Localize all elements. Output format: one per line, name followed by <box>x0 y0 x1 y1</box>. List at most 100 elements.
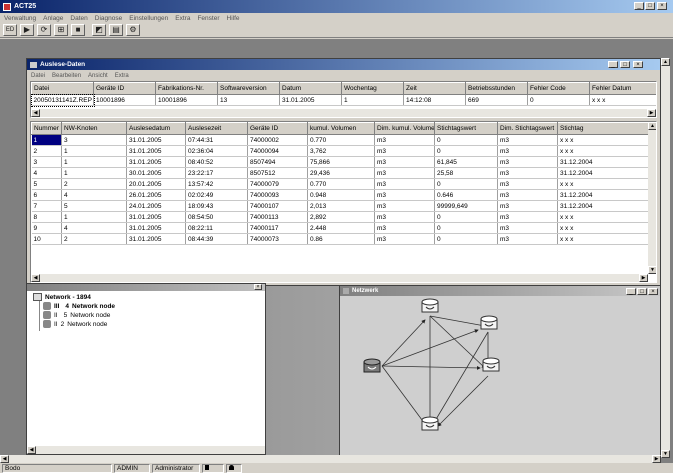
data-cell[interactable]: 74000117 <box>247 222 308 234</box>
data-table-vscroll[interactable]: ▲ ▼ <box>648 122 656 274</box>
data-cell[interactable]: m3 <box>497 145 558 157</box>
data-table-row[interactable]: 4 1 30.01.2005 23:22:17 8507512 29,436 m3 25,58… <box>31 167 650 179</box>
data-cell[interactable]: 1 <box>61 145 127 157</box>
data-col-header[interactable]: Auslesezeit <box>185 122 248 135</box>
tree-node-item[interactable]: II 2 Network node <box>43 320 107 328</box>
data-cell[interactable]: x x x <box>557 233 650 245</box>
file-cell[interactable]: 31.01.2005 <box>279 94 342 106</box>
data-cell[interactable]: 74000002 <box>247 134 308 146</box>
network-node-active-icon[interactable] <box>362 358 382 376</box>
data-cell[interactable]: 9 <box>31 222 62 234</box>
menu-diagnose[interactable]: Diagnose <box>95 15 122 22</box>
data-cell[interactable]: 31.12.2004 <box>557 156 650 168</box>
scroll-right-icon[interactable]: ▶ <box>647 109 656 117</box>
file-cell[interactable]: 669 <box>465 94 528 106</box>
data-cell[interactable]: 4 <box>61 189 127 201</box>
auslese-close-button[interactable]: × <box>633 61 643 68</box>
data-cell[interactable]: 29,436 <box>307 167 375 179</box>
data-cell[interactable]: 0 <box>434 178 498 190</box>
scroll-left-icon[interactable]: ◀ <box>27 446 36 454</box>
data-cell[interactable]: 07:44:31 <box>185 134 248 146</box>
data-cell[interactable]: 3,762 <box>307 145 375 157</box>
data-table-row[interactable]: 7 5 24.01.2005 18:09:43 74000107 2,013 m3 99999… <box>31 200 650 212</box>
data-cell[interactable]: 31.01.2005 <box>126 233 186 245</box>
save-icon[interactable]: ■ <box>71 24 85 36</box>
menu-extra[interactable]: Extra <box>175 15 190 22</box>
data-cell[interactable]: 2,013 <box>307 200 375 212</box>
tree-hscroll[interactable]: ◀ <box>27 446 265 454</box>
file-col-header[interactable]: Wochentag <box>341 82 404 95</box>
data-cell[interactable]: m3 <box>374 167 435 179</box>
data-cell[interactable]: 0 <box>434 134 498 146</box>
network-node-icon[interactable] <box>479 315 499 333</box>
data-cell[interactable]: m3 <box>374 189 435 201</box>
play-icon[interactable]: ▶ <box>20 24 34 36</box>
data-cell[interactable]: 2 <box>31 145 62 157</box>
data-cell[interactable]: 3 <box>61 134 127 146</box>
data-table-hscroll[interactable]: ◀ ▶ <box>31 274 648 282</box>
data-cell[interactable]: 23:22:17 <box>185 167 248 179</box>
data-table-row[interactable]: 1 3 31.01.2005 07:44:31 74000002 0.770 m3 0 m3 x … <box>31 134 650 146</box>
auslese-menu-extra[interactable]: Extra <box>115 73 129 79</box>
data-cell[interactable]: m3 <box>497 178 558 190</box>
data-table-row[interactable]: 8 1 31.01.2005 08:54:50 74000113 2,892 m3 0 m3 x … <box>31 211 650 223</box>
auslese-minimize-button[interactable]: _ <box>608 61 618 68</box>
data-cell[interactable]: 5 <box>61 200 127 212</box>
auslese-maximize-button[interactable]: □ <box>620 61 630 68</box>
file-table-row[interactable]: 20050131141Z.REP 10001896 10001896 13 31… <box>31 93 656 107</box>
data-cell[interactable]: 0 <box>434 222 498 234</box>
data-col-header[interactable]: Stichtagswert <box>434 122 498 135</box>
file-table-hscroll[interactable]: ◀ ▶ <box>31 109 656 117</box>
data-col-header[interactable]: Geräte ID <box>247 122 308 135</box>
file-col-header[interactable]: Fehler Datum <box>589 82 656 95</box>
data-cell[interactable]: 99999,649 <box>434 200 498 212</box>
data-cell[interactable]: 30.01.2005 <box>126 167 186 179</box>
data-cell[interactable]: 1 <box>61 167 127 179</box>
data-cell[interactable]: 1 <box>61 156 127 168</box>
tree-root[interactable]: Network - 1894 <box>33 293 91 301</box>
data-cell[interactable]: x x x <box>557 211 650 223</box>
refresh-icon[interactable]: ⟳ <box>37 24 51 36</box>
scroll-right-icon[interactable]: ▶ <box>652 455 661 463</box>
data-cell[interactable]: m3 <box>497 189 558 201</box>
data-cell[interactable]: 75,866 <box>307 156 375 168</box>
data-cell[interactable]: 10 <box>31 233 62 245</box>
data-cell[interactable]: 4 <box>61 222 127 234</box>
data-cell[interactable]: 6 <box>31 189 62 201</box>
data-cell[interactable]: x x x <box>557 134 650 146</box>
scroll-down-icon[interactable]: ▼ <box>648 266 656 274</box>
data-table-row[interactable]: 6 4 26.01.2005 02:02:49 74000093 0.948 m3 0.646… <box>31 189 650 201</box>
data-cell[interactable]: m3 <box>497 200 558 212</box>
data-cell[interactable]: 74000093 <box>247 189 308 201</box>
data-col-header[interactable]: Dim. Stichtagswert <box>497 122 558 135</box>
network-close-button[interactable]: × <box>648 288 658 295</box>
network-minimize-button[interactable]: _ <box>626 288 636 295</box>
file-cell[interactable]: 14:12:08 <box>403 94 466 106</box>
file-col-header[interactable]: Datum <box>279 82 342 95</box>
auslese-menu-ansicht[interactable]: Ansicht <box>88 73 108 79</box>
file-cell[interactable]: 13 <box>217 94 280 106</box>
scroll-left-icon[interactable]: ◀ <box>31 274 40 282</box>
data-cell[interactable]: m3 <box>497 211 558 223</box>
menu-anlage[interactable]: Anlage <box>43 15 63 22</box>
file-cell[interactable]: 1 <box>341 94 404 106</box>
menu-einstellungen[interactable]: Einstellungen <box>129 15 168 22</box>
data-cell[interactable]: 3 <box>31 156 62 168</box>
data-cell[interactable]: 31.12.2004 <box>557 189 650 201</box>
network-node-icon[interactable] <box>420 416 440 434</box>
data-cell[interactable]: m3 <box>497 233 558 245</box>
data-cell[interactable]: 0.646 <box>434 189 498 201</box>
data-cell[interactable]: 24.01.2005 <box>126 200 186 212</box>
data-cell[interactable]: 0 <box>434 233 498 245</box>
file-col-header[interactable]: Fabrikations-Nr. <box>155 82 218 95</box>
data-cell[interactable]: 2,892 <box>307 211 375 223</box>
data-cell[interactable]: 1 <box>61 211 127 223</box>
menu-daten[interactable]: Daten <box>70 15 87 22</box>
data-cell[interactable]: 31.01.2005 <box>126 211 186 223</box>
auslese-menu-datei[interactable]: Datei <box>31 73 45 79</box>
data-cell[interactable]: 08:40:52 <box>185 156 248 168</box>
tree-node-item[interactable]: II 5 Network node <box>43 311 110 319</box>
data-cell[interactable]: 0.770 <box>307 178 375 190</box>
data-cell[interactable]: 25,58 <box>434 167 498 179</box>
data-cell[interactable]: 0 <box>434 145 498 157</box>
